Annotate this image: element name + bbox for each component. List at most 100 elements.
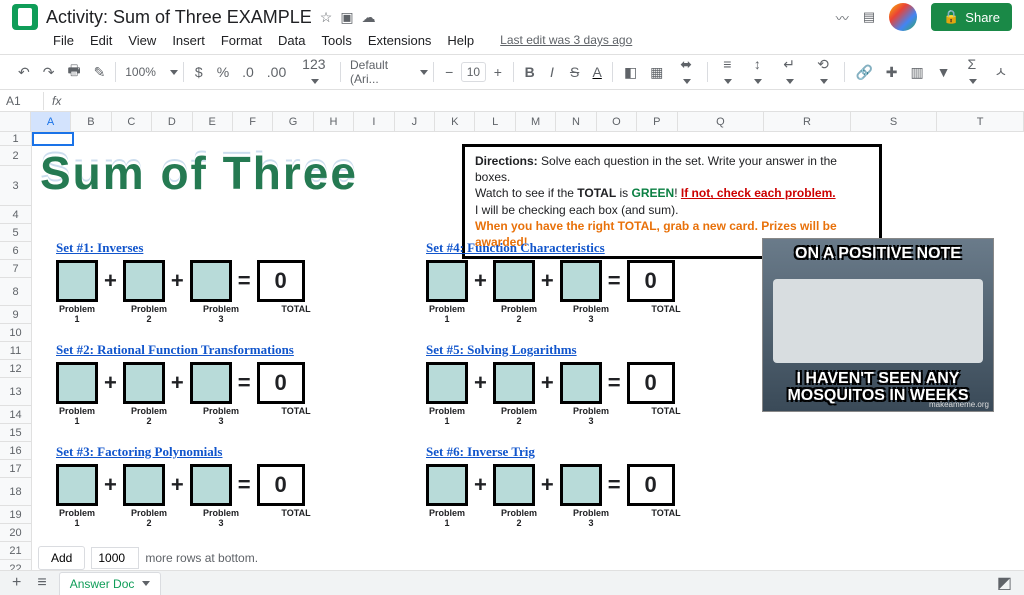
formula-input[interactable] [69,90,1024,111]
col-header-n[interactable]: N [556,112,596,131]
increase-decimal-icon[interactable]: .00 [261,60,291,84]
set-title[interactable]: Set #6: Inverse Trig [426,444,690,460]
problem-3-input[interactable] [190,260,232,302]
more-formats-icon[interactable]: 123 [293,52,336,92]
star-icon[interactable]: ☆ [320,9,333,26]
explore-icon[interactable]: ◩ [993,573,1016,593]
paint-format-icon[interactable]: ✎ [88,60,111,85]
col-header-o[interactable]: O [597,112,637,131]
problem-3-input[interactable] [190,362,232,404]
decrease-decimal-icon[interactable]: .0 [236,60,259,84]
problem-1-input[interactable] [426,362,468,404]
col-header-c[interactable]: C [112,112,152,131]
chart-icon[interactable]: ▥ [904,60,928,85]
row-header-10[interactable]: 10 [0,324,31,342]
menu-data[interactable]: Data [271,29,312,52]
redo-icon[interactable]: ↷ [37,60,60,85]
user-avatar[interactable] [889,3,917,31]
col-header-l[interactable]: L [475,112,515,131]
row-header-7[interactable]: 7 [0,260,31,278]
problem-2-input[interactable] [123,260,165,302]
menu-tools[interactable]: Tools [314,29,358,52]
menu-view[interactable]: View [121,29,163,52]
font-size-dec-icon[interactable]: − [439,60,459,84]
select-all-corner[interactable] [0,112,31,131]
problem-3-input[interactable] [560,260,602,302]
col-header-a[interactable]: A [31,112,71,131]
row-header-19[interactable]: 19 [0,506,31,524]
problem-2-input[interactable] [493,464,535,506]
problem-1-input[interactable] [426,464,468,506]
text-color-icon[interactable]: A [586,60,607,84]
set-title[interactable]: Set #1: Inverses [56,240,320,256]
menu-insert[interactable]: Insert [165,29,212,52]
col-header-q[interactable]: Q [678,112,765,131]
comment-add-icon[interactable]: ✚ [880,60,903,85]
last-edit-link[interactable]: Last edit was 3 days ago [493,29,639,51]
currency-icon[interactable]: $ [189,60,209,84]
problem-2-input[interactable] [493,362,535,404]
menu-format[interactable]: Format [214,29,269,52]
row-header-11[interactable]: 11 [0,342,31,360]
history-icon[interactable]: 〰 [836,8,849,27]
row-header-5[interactable]: 5 [0,224,31,242]
add-sheet-icon[interactable]: + [8,574,25,592]
rotate-icon[interactable]: ⟲ [807,52,839,93]
col-header-g[interactable]: G [273,112,313,131]
problem-2-input[interactable] [493,260,535,302]
col-header-b[interactable]: B [71,112,111,131]
problem-2-input[interactable] [123,362,165,404]
font-size-inc-icon[interactable]: + [488,60,508,84]
row-header-14[interactable]: 14 [0,406,31,424]
halign-icon[interactable]: ≡ [713,52,742,92]
bold-icon[interactable]: B [519,60,540,84]
row-header-1[interactable]: 1 [0,132,31,146]
sheet-tab-answer-doc[interactable]: Answer Doc [59,572,162,595]
row-header-15[interactable]: 15 [0,424,31,442]
borders-icon[interactable]: ▦ [644,60,668,85]
percent-icon[interactable]: % [211,60,234,84]
problem-1-input[interactable] [56,260,98,302]
row-header-4[interactable]: 4 [0,206,31,224]
cloud-icon[interactable]: ☁ [362,9,376,26]
strike-icon[interactable]: S [564,60,585,84]
col-header-t[interactable]: T [937,112,1024,131]
sheet-tab-menu-icon[interactable] [142,581,150,586]
functions-icon[interactable]: Σ [957,52,986,92]
row-header-18[interactable]: 18 [0,478,31,506]
col-header-r[interactable]: R [764,112,851,131]
selected-cell-a1[interactable] [32,132,74,146]
print-icon[interactable]: 🖶 [61,56,85,88]
problem-1-input[interactable] [426,260,468,302]
col-header-j[interactable]: J [395,112,435,131]
row-header-22[interactable]: 22 [0,560,31,570]
set-title[interactable]: Set #4: Function Characteristics [426,240,690,256]
row-header-20[interactable]: 20 [0,524,31,542]
col-header-p[interactable]: P [637,112,677,131]
link-icon[interactable]: 🔗 [850,60,878,85]
col-header-k[interactable]: K [435,112,475,131]
col-header-d[interactable]: D [152,112,192,131]
row-header-3[interactable]: 3 [0,166,31,206]
row-header-16[interactable]: 16 [0,442,31,460]
row-header-2[interactable]: 2 [0,146,31,166]
merge-icon[interactable]: ⬌ [670,52,702,93]
move-icon[interactable]: ▣ [340,9,353,26]
share-button[interactable]: 🔒 Share [931,3,1012,31]
col-header-m[interactable]: M [516,112,556,131]
collapse-toolbar-icon[interactable]: ㅅ [988,58,1012,86]
problem-1-input[interactable] [56,464,98,506]
add-rows-button[interactable]: Add [38,546,85,570]
col-header-f[interactable]: F [233,112,273,131]
problem-1-input[interactable] [56,362,98,404]
menu-extensions[interactable]: Extensions [361,29,439,52]
italic-icon[interactable]: I [542,60,562,84]
problem-3-input[interactable] [560,362,602,404]
valign-icon[interactable]: ↕ [744,52,772,92]
rows-count-input[interactable] [91,547,139,569]
menu-file[interactable]: File [46,29,81,52]
problem-3-input[interactable] [560,464,602,506]
row-header-8[interactable]: 8 [0,278,31,306]
problem-2-input[interactable] [123,464,165,506]
set-title[interactable]: Set #3: Factoring Polynomials [56,444,320,460]
